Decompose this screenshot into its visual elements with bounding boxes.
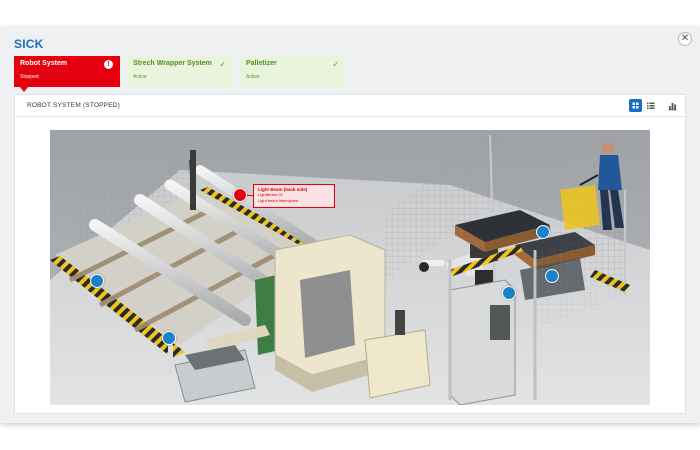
grid-view-button[interactable] — [629, 99, 642, 112]
sensor-marker-fence[interactable] — [545, 269, 559, 283]
sensor-marker-palletizer[interactable] — [536, 225, 550, 239]
tab-strech-wrapper-system[interactable]: Strech Wrapper System Active ✓ — [127, 56, 233, 87]
light-beam-alert-callout[interactable]: Light Beam (back side) LightBeam-01 Ligh… — [253, 184, 335, 208]
check-icon: ✓ — [332, 60, 339, 69]
close-button[interactable]: ✕ — [678, 32, 692, 46]
sensor-marker-cabinet[interactable] — [502, 286, 516, 300]
callout-message: Light beam interrupted — [258, 197, 299, 203]
chart-view-icon — [668, 103, 677, 111]
tab-status: Active — [246, 74, 260, 80]
tab-title: Palletizer — [246, 60, 277, 67]
plant-3d-view — [50, 130, 650, 405]
list-view-icon — [647, 102, 655, 109]
list-view-button[interactable] — [644, 99, 657, 112]
tab-title: Strech Wrapper System — [133, 60, 212, 67]
light-beam-alert-marker[interactable] — [233, 188, 247, 202]
tab-palletizer[interactable]: Palletizer Active ✓ — [240, 56, 346, 87]
tab-status: Stopped — [20, 74, 39, 80]
check-icon: ✓ — [219, 60, 226, 69]
grid-view-icon — [632, 102, 639, 109]
active-tab-pointer — [20, 87, 28, 92]
tab-title: Robot System — [20, 60, 68, 67]
sensor-marker-conveyor[interactable] — [90, 274, 104, 288]
chart-view-button[interactable] — [666, 99, 679, 112]
sensor-marker-bin[interactable] — [162, 331, 176, 345]
alert-icon: ! — [104, 60, 113, 69]
panel-header: ROBOT SYSTEM (STOPPED) — [15, 95, 685, 117]
plant-illustration — [50, 130, 650, 405]
sick-logo: SICK — [14, 37, 44, 51]
panel-title: ROBOT SYSTEM (STOPPED) — [27, 102, 121, 109]
tab-robot-system[interactable]: Robot System Stopped ! — [14, 56, 120, 87]
close-icon: ✕ — [680, 33, 690, 44]
tab-status: Active — [133, 74, 147, 80]
